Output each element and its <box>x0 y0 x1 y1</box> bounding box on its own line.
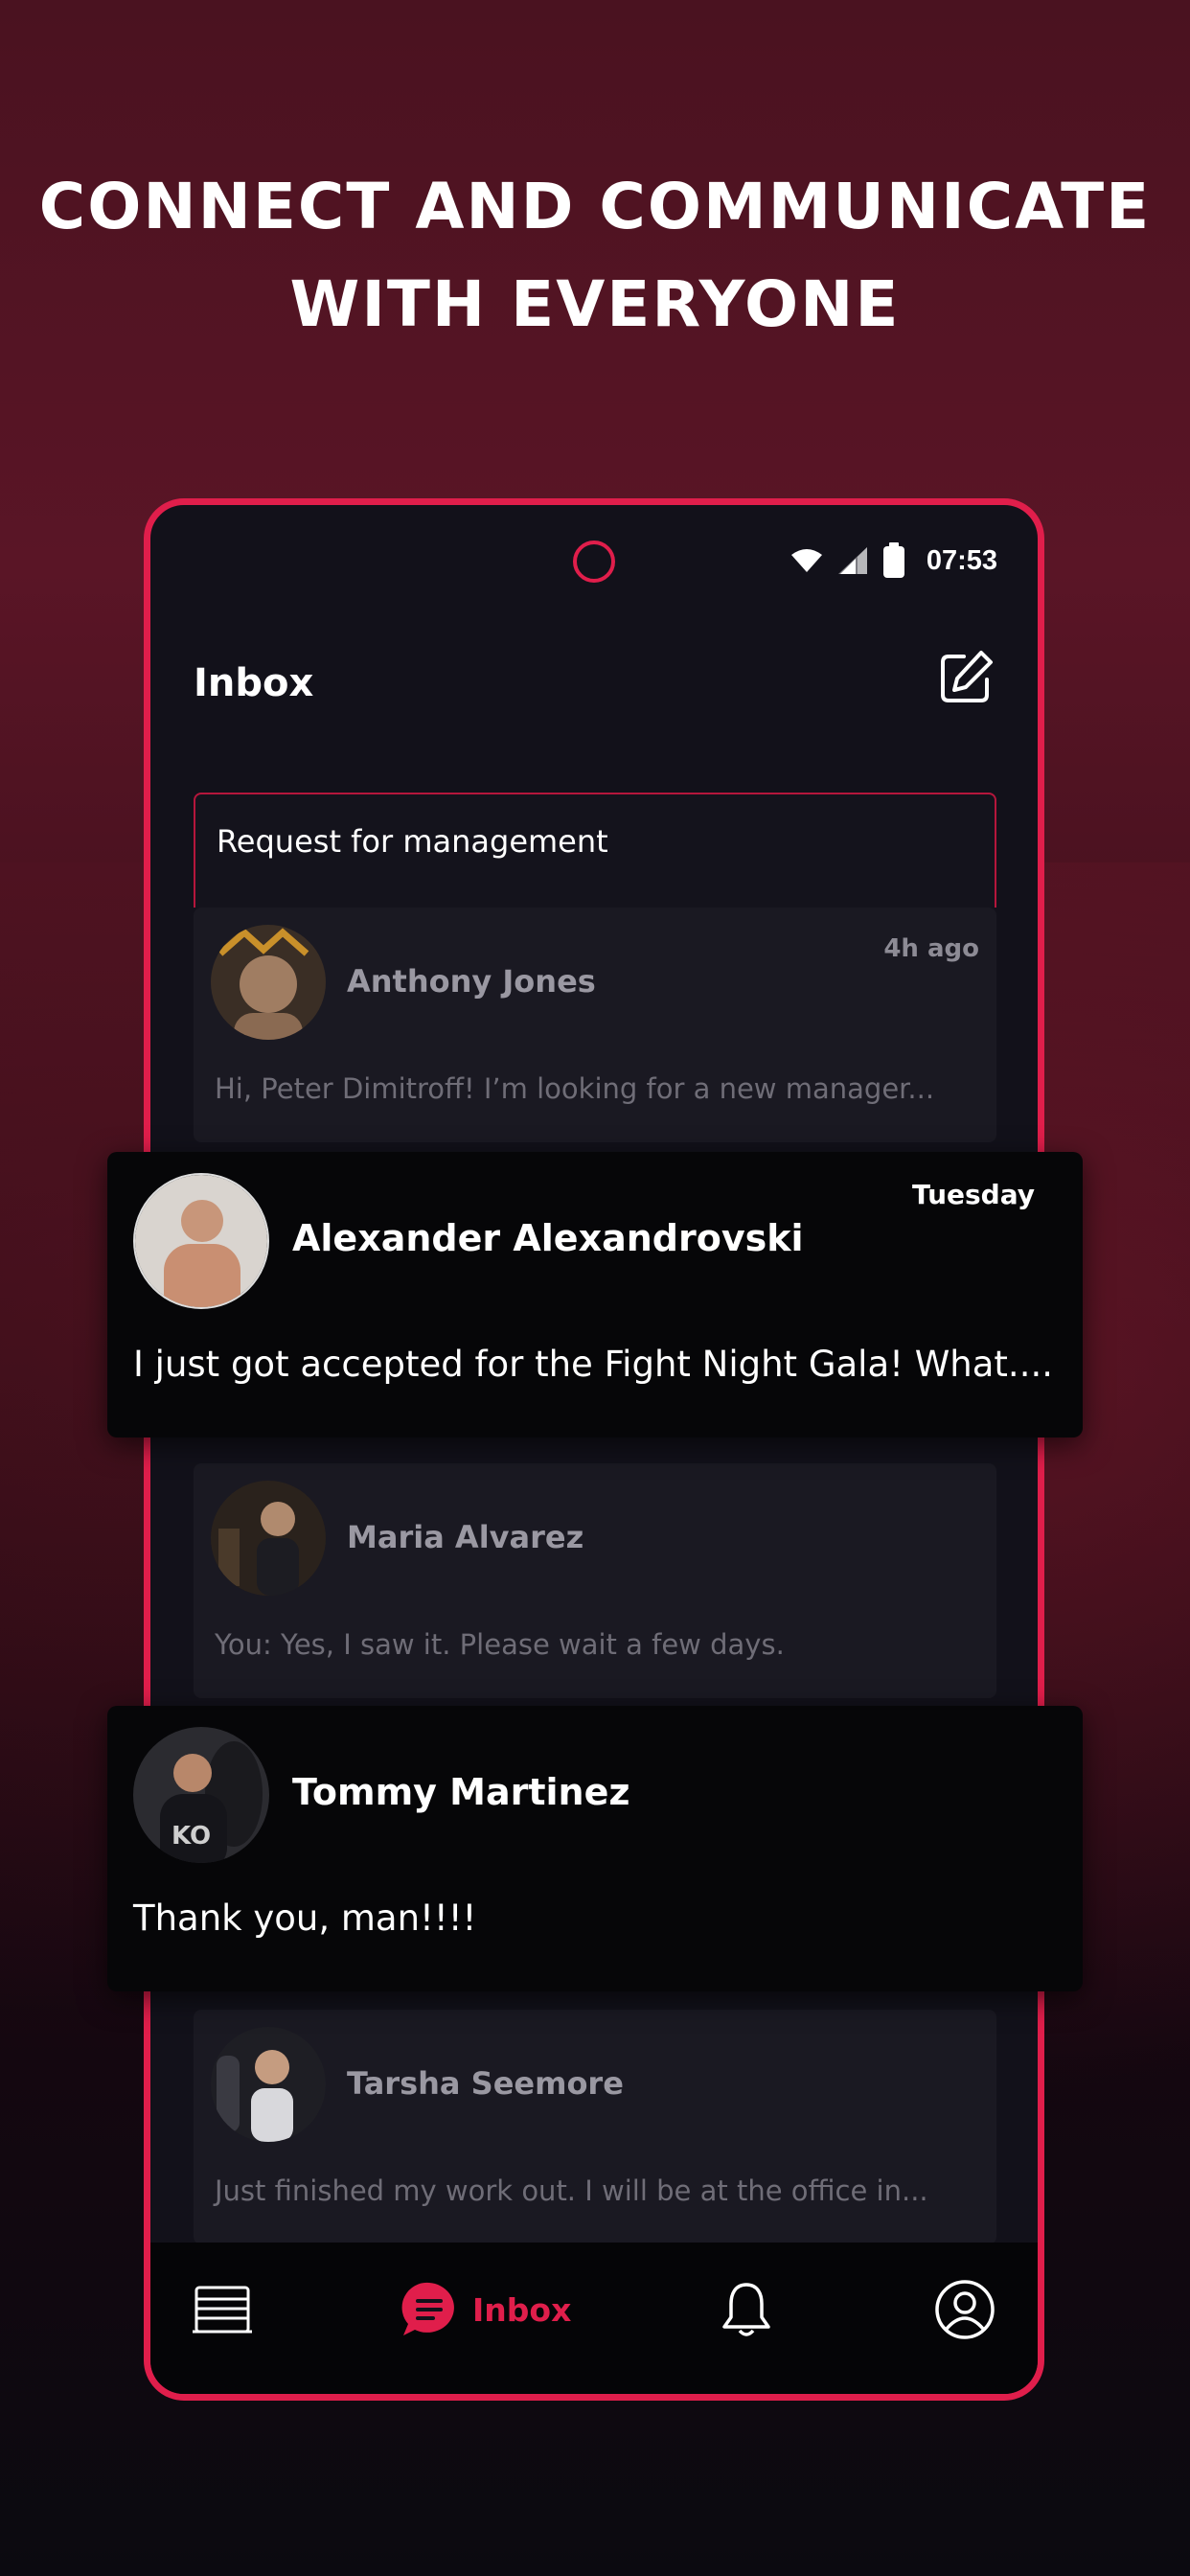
message-time: Tuesday <box>912 1179 1035 1210</box>
message-preview: Thank you, man!!!! <box>133 1898 477 1939</box>
conversation-item[interactable]: Maria Alvarez You: Yes, I saw it. Please… <box>194 1463 996 1698</box>
nav-item-rings[interactable] <box>191 2275 254 2344</box>
nav-item-inbox[interactable]: Inbox <box>400 2275 571 2344</box>
status-bar: 07:53 <box>790 541 997 580</box>
conversation-item[interactable]: Tarsha Seemore Just finished my work out… <box>194 2010 996 2244</box>
svg-text:KO: KO <box>172 1822 211 1851</box>
message-preview: I just got accepted for the Fight Night … <box>133 1344 1053 1385</box>
battery-icon <box>882 542 904 578</box>
contact-name: Maria Alvarez <box>347 1519 584 1555</box>
bottom-navigation: Inbox <box>150 2242 1038 2394</box>
message-time: 4h ago <box>883 934 979 963</box>
signal-icon <box>837 547 867 574</box>
profile-icon <box>935 2280 995 2339</box>
chat-bubble-icon <box>401 2282 454 2335</box>
phone-frame: 07:53 Inbox Request for management Antho… <box>144 498 1044 2401</box>
avatar <box>211 2027 326 2142</box>
message-preview: You: Yes, I saw it. Please wait a few da… <box>215 1628 785 1661</box>
conversation-item[interactable]: Anthony Jones 4h ago Hi, Peter Dimitroff… <box>194 908 996 1142</box>
promo-headline: CONNECT AND COMMUNICATE WITH EVERYONE <box>38 170 1152 341</box>
nav-item-profile[interactable] <box>934 2275 995 2344</box>
avatar <box>211 1481 326 1596</box>
message-preview: Hi, Peter Dimitroff! I’m looking for a n… <box>215 1072 935 1105</box>
contact-name: Alexander Alexandrovski <box>292 1217 804 1259</box>
page-title: Inbox <box>194 661 314 705</box>
status-time: 07:53 <box>926 544 997 576</box>
nav-inbox-label: Inbox <box>472 2290 572 2329</box>
ring-icon <box>193 2286 252 2334</box>
request-for-management-tab[interactable]: Request for management <box>194 793 996 908</box>
contact-name: Tarsha Seemore <box>347 2065 624 2102</box>
avatar <box>211 925 326 1040</box>
bell-icon <box>722 2283 770 2336</box>
nav-item-notifications[interactable] <box>720 2275 773 2344</box>
wifi-icon <box>790 549 822 572</box>
contact-name: Anthony Jones <box>347 963 596 1000</box>
conversation-item-highlighted[interactable]: KO Tommy Martinez Thank you, man!!!! <box>107 1706 1083 1991</box>
camera-cutout <box>573 540 615 583</box>
avatar: KO <box>133 1727 269 1863</box>
message-preview: Just finished my work out. I will be at … <box>215 2174 928 2207</box>
contact-name: Tommy Martinez <box>292 1771 630 1813</box>
conversation-item-highlighted[interactable]: Alexander Alexandrovski Tuesday I just g… <box>107 1152 1083 1438</box>
compose-icon[interactable] <box>937 649 995 706</box>
avatar <box>133 1173 269 1309</box>
